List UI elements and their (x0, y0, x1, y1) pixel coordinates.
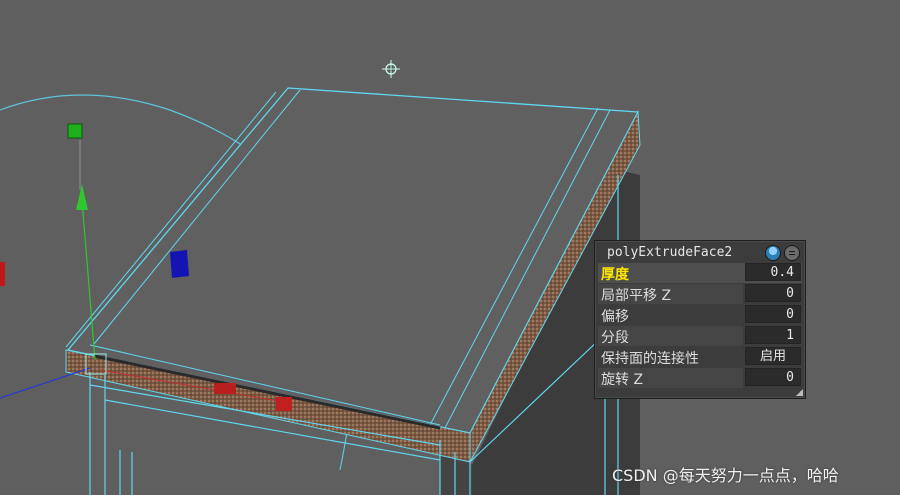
watermark: CSDN @每天努力一点点，哈哈 (612, 466, 839, 485)
x-axis-arrow-icon[interactable] (214, 383, 236, 394)
z-scale-handle[interactable] (170, 250, 189, 278)
attr-label: 厚度 (601, 267, 629, 283)
attr-row-rotate-z[interactable]: 旋转 Z 0 (598, 368, 802, 388)
attr-value-toggle[interactable]: 启用 (745, 347, 801, 365)
attr-value-field[interactable]: 0.4 (745, 263, 801, 281)
menu-icon[interactable] (784, 245, 800, 261)
panel-header: polyExtrudeFace2 (595, 241, 805, 264)
attr-value-field[interactable]: 0 (745, 368, 801, 386)
attr-value-field[interactable]: 0 (745, 284, 801, 302)
resize-grip-icon[interactable] (796, 389, 803, 396)
node-title: polyExtrudeFace2 (607, 245, 733, 260)
attr-label: 局部平移 Z (601, 288, 672, 304)
pin-icon[interactable] (765, 245, 781, 261)
light-icon[interactable] (382, 60, 400, 78)
node-attribute-panel[interactable]: polyExtrudeFace2 厚度 0.4 局部平移 Z 0 偏移 0 分段… (594, 240, 806, 399)
attr-label: 偏移 (601, 309, 629, 325)
x-scale-handle[interactable] (0, 262, 5, 286)
attr-row-offset[interactable]: 偏移 0 (598, 305, 802, 325)
attr-label: 保持面的连接性 (601, 351, 699, 367)
x-move-handle[interactable] (276, 397, 292, 411)
y-axis-arrow-icon[interactable] (76, 184, 88, 210)
attr-label: 分段 (601, 330, 629, 346)
y-scale-handle[interactable] (67, 123, 83, 139)
attr-row-thickness[interactable]: 厚度 0.4 (598, 263, 802, 283)
attr-row-divisions[interactable]: 分段 1 (598, 326, 802, 346)
attr-label: 旋转 Z (601, 372, 644, 388)
attr-value-field[interactable]: 1 (745, 326, 801, 344)
attr-value-field[interactable]: 0 (745, 305, 801, 323)
attr-row-keep-faces-together[interactable]: 保持面的连接性 启用 (598, 347, 802, 367)
attr-row-local-translate-z[interactable]: 局部平移 Z 0 (598, 284, 802, 304)
